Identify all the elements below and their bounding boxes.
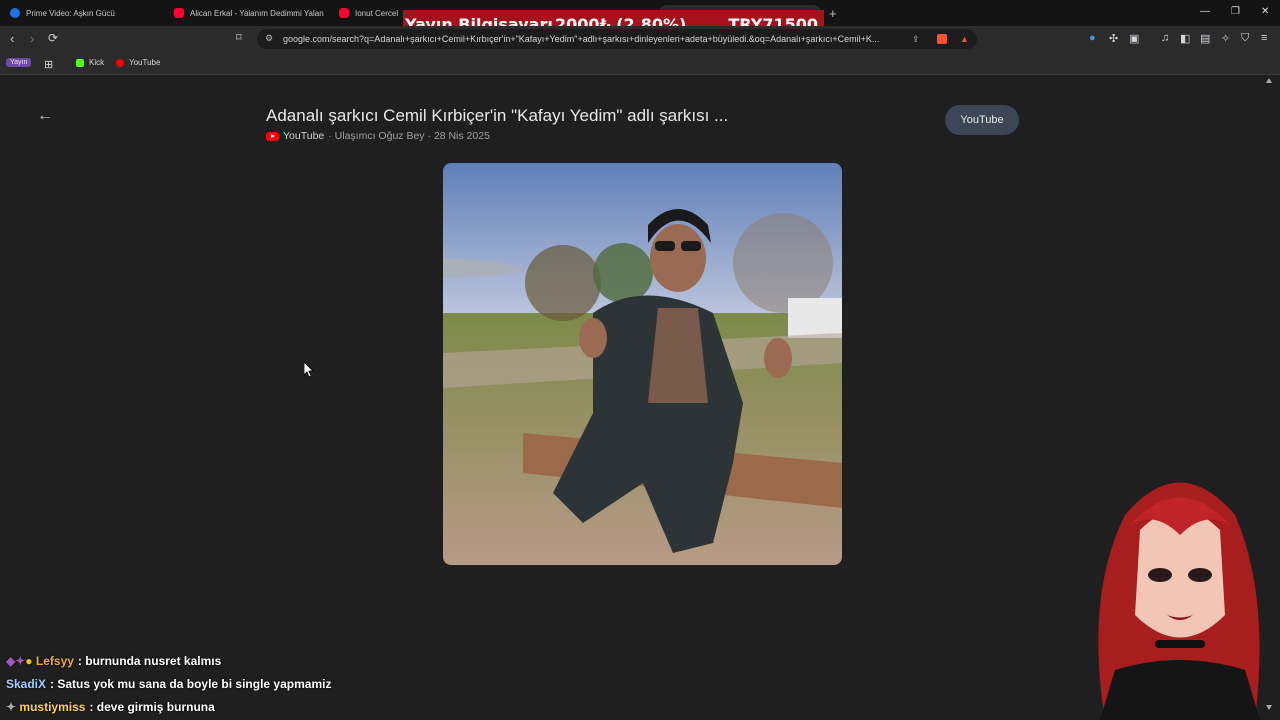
- result-meta: YouTube · Ulaşımcı Oğuz Bey · 28 Nis 202…: [266, 130, 490, 142]
- new-tab-button[interactable]: +: [829, 6, 837, 21]
- toolbar: ‹ › ⟳ ⌑ ⚙ google.com/search?q=Adanalı+şa…: [0, 26, 1280, 53]
- chat-username: SkadiX: [6, 677, 47, 691]
- result-channel-date: · Ulaşımcı Oğuz Bey · 28 Nis 2025: [328, 130, 490, 142]
- streamer-avatar: [1098, 482, 1260, 720]
- result-title[interactable]: Adanalı şarkıcı Cemil Kırbiçer'in "Kafay…: [266, 106, 728, 126]
- apps-icon[interactable]: ⊞: [44, 58, 53, 71]
- tab-label: Alican Erkal - Yalanım Dedimmi Yalan: [190, 8, 324, 18]
- music-icon[interactable]: ♫: [1161, 32, 1169, 44]
- puzzle-icon[interactable]: ✣: [1109, 32, 1118, 45]
- badge-icon: ✦: [6, 700, 17, 714]
- badge-icon: ●: [25, 654, 33, 668]
- chat-message: SkadiX: Satus yok mu sana da boyle bi si…: [6, 677, 331, 691]
- bookmarks-bar: Yayın ⊞ Kick YouTube: [0, 53, 1280, 75]
- extension-icon[interactable]: ●: [1089, 32, 1096, 44]
- vpn-icon[interactable]: ⛉: [1241, 32, 1249, 45]
- bookmark-youtube[interactable]: YouTube: [116, 58, 160, 67]
- tab-label: Ionut Cercel: [355, 8, 399, 18]
- address-bar[interactable]: ⚙ google.com/search?q=Adanalı+şarkıcı+Ce…: [257, 29, 977, 49]
- youtube-icon: [116, 58, 124, 67]
- bookmark-yayin[interactable]: Yayın: [6, 58, 32, 67]
- youtube-icon: [174, 8, 184, 18]
- kick-icon: [76, 58, 84, 67]
- wallet-icon[interactable]: ▤: [1200, 32, 1210, 45]
- tab-ionut-cercel[interactable]: Ionut Cercel: [339, 4, 401, 22]
- share-icon[interactable]: ⇪: [912, 34, 920, 45]
- back-button[interactable]: ‹: [10, 31, 14, 46]
- bookmark-label: Kick: [89, 58, 105, 67]
- chat-text: : burnunda nusret kalmıs: [77, 654, 222, 668]
- url-text: google.com/search?q=Adanalı+şarkıcı+Cemi…: [283, 34, 880, 44]
- chat-message: ✦ mustiymiss: deve girmiş burnuna: [6, 700, 215, 714]
- youtube-icon: [266, 131, 279, 141]
- bookmark-kick[interactable]: Kick: [76, 58, 104, 67]
- forward-button[interactable]: ›: [30, 31, 34, 46]
- bookmark-label: YouTube: [129, 58, 161, 67]
- leo-ai-icon[interactable]: ✧: [1221, 32, 1230, 45]
- badge-icon: ◆: [6, 654, 16, 668]
- site-info-icon[interactable]: ⚙: [265, 33, 273, 44]
- back-arrow-icon[interactable]: ←: [37, 107, 53, 125]
- reload-button[interactable]: ⟳: [48, 31, 58, 45]
- youtube-icon: [339, 8, 349, 18]
- result-source[interactable]: YouTube: [283, 130, 324, 142]
- chat-text: : Satus yok mu sana da boyle bi single y…: [50, 677, 332, 691]
- minimize-button[interactable]: —: [1200, 6, 1210, 17]
- mouse-cursor-icon: [304, 362, 314, 378]
- bookmark-icon[interactable]: ⌑: [236, 31, 242, 44]
- tab-alican-erkal[interactable]: Alican Erkal - Yalanım Dedimmi Yalan: [174, 4, 324, 22]
- tab-prime-video[interactable]: Prime Video: Aşkın Gücü: [10, 4, 160, 22]
- close-window-button[interactable]: ✕: [1261, 6, 1269, 17]
- chat-message: ◆✦● Lefsyy: burnunda nusret kalmıs: [6, 654, 221, 668]
- sidebar-icon[interactable]: ◧: [1180, 32, 1190, 45]
- page-scrollbar[interactable]: [1266, 78, 1272, 710]
- screenshot-icon[interactable]: ▣: [1129, 32, 1139, 45]
- prime-video-icon: [10, 8, 20, 18]
- bookmark-label: Yayın: [10, 59, 28, 66]
- brave-shield-icon[interactable]: [937, 34, 947, 44]
- youtube-chip-button[interactable]: YouTube: [945, 105, 1019, 135]
- video-thumbnail[interactable]: [443, 163, 842, 565]
- menu-icon[interactable]: ≡: [1261, 32, 1267, 44]
- chat-text: : deve girmiş burnuna: [89, 700, 215, 714]
- thumbnail-image: [443, 163, 842, 565]
- maximize-button[interactable]: ❐: [1231, 6, 1240, 17]
- badge-icon: ✦: [15, 654, 26, 668]
- tab-label: Prime Video: Aşkın Gücü: [26, 8, 115, 18]
- chat-username: mustiymiss: [19, 700, 86, 714]
- brave-rewards-icon[interactable]: ▲: [960, 34, 969, 44]
- chat-username: Lefsyy: [35, 654, 74, 668]
